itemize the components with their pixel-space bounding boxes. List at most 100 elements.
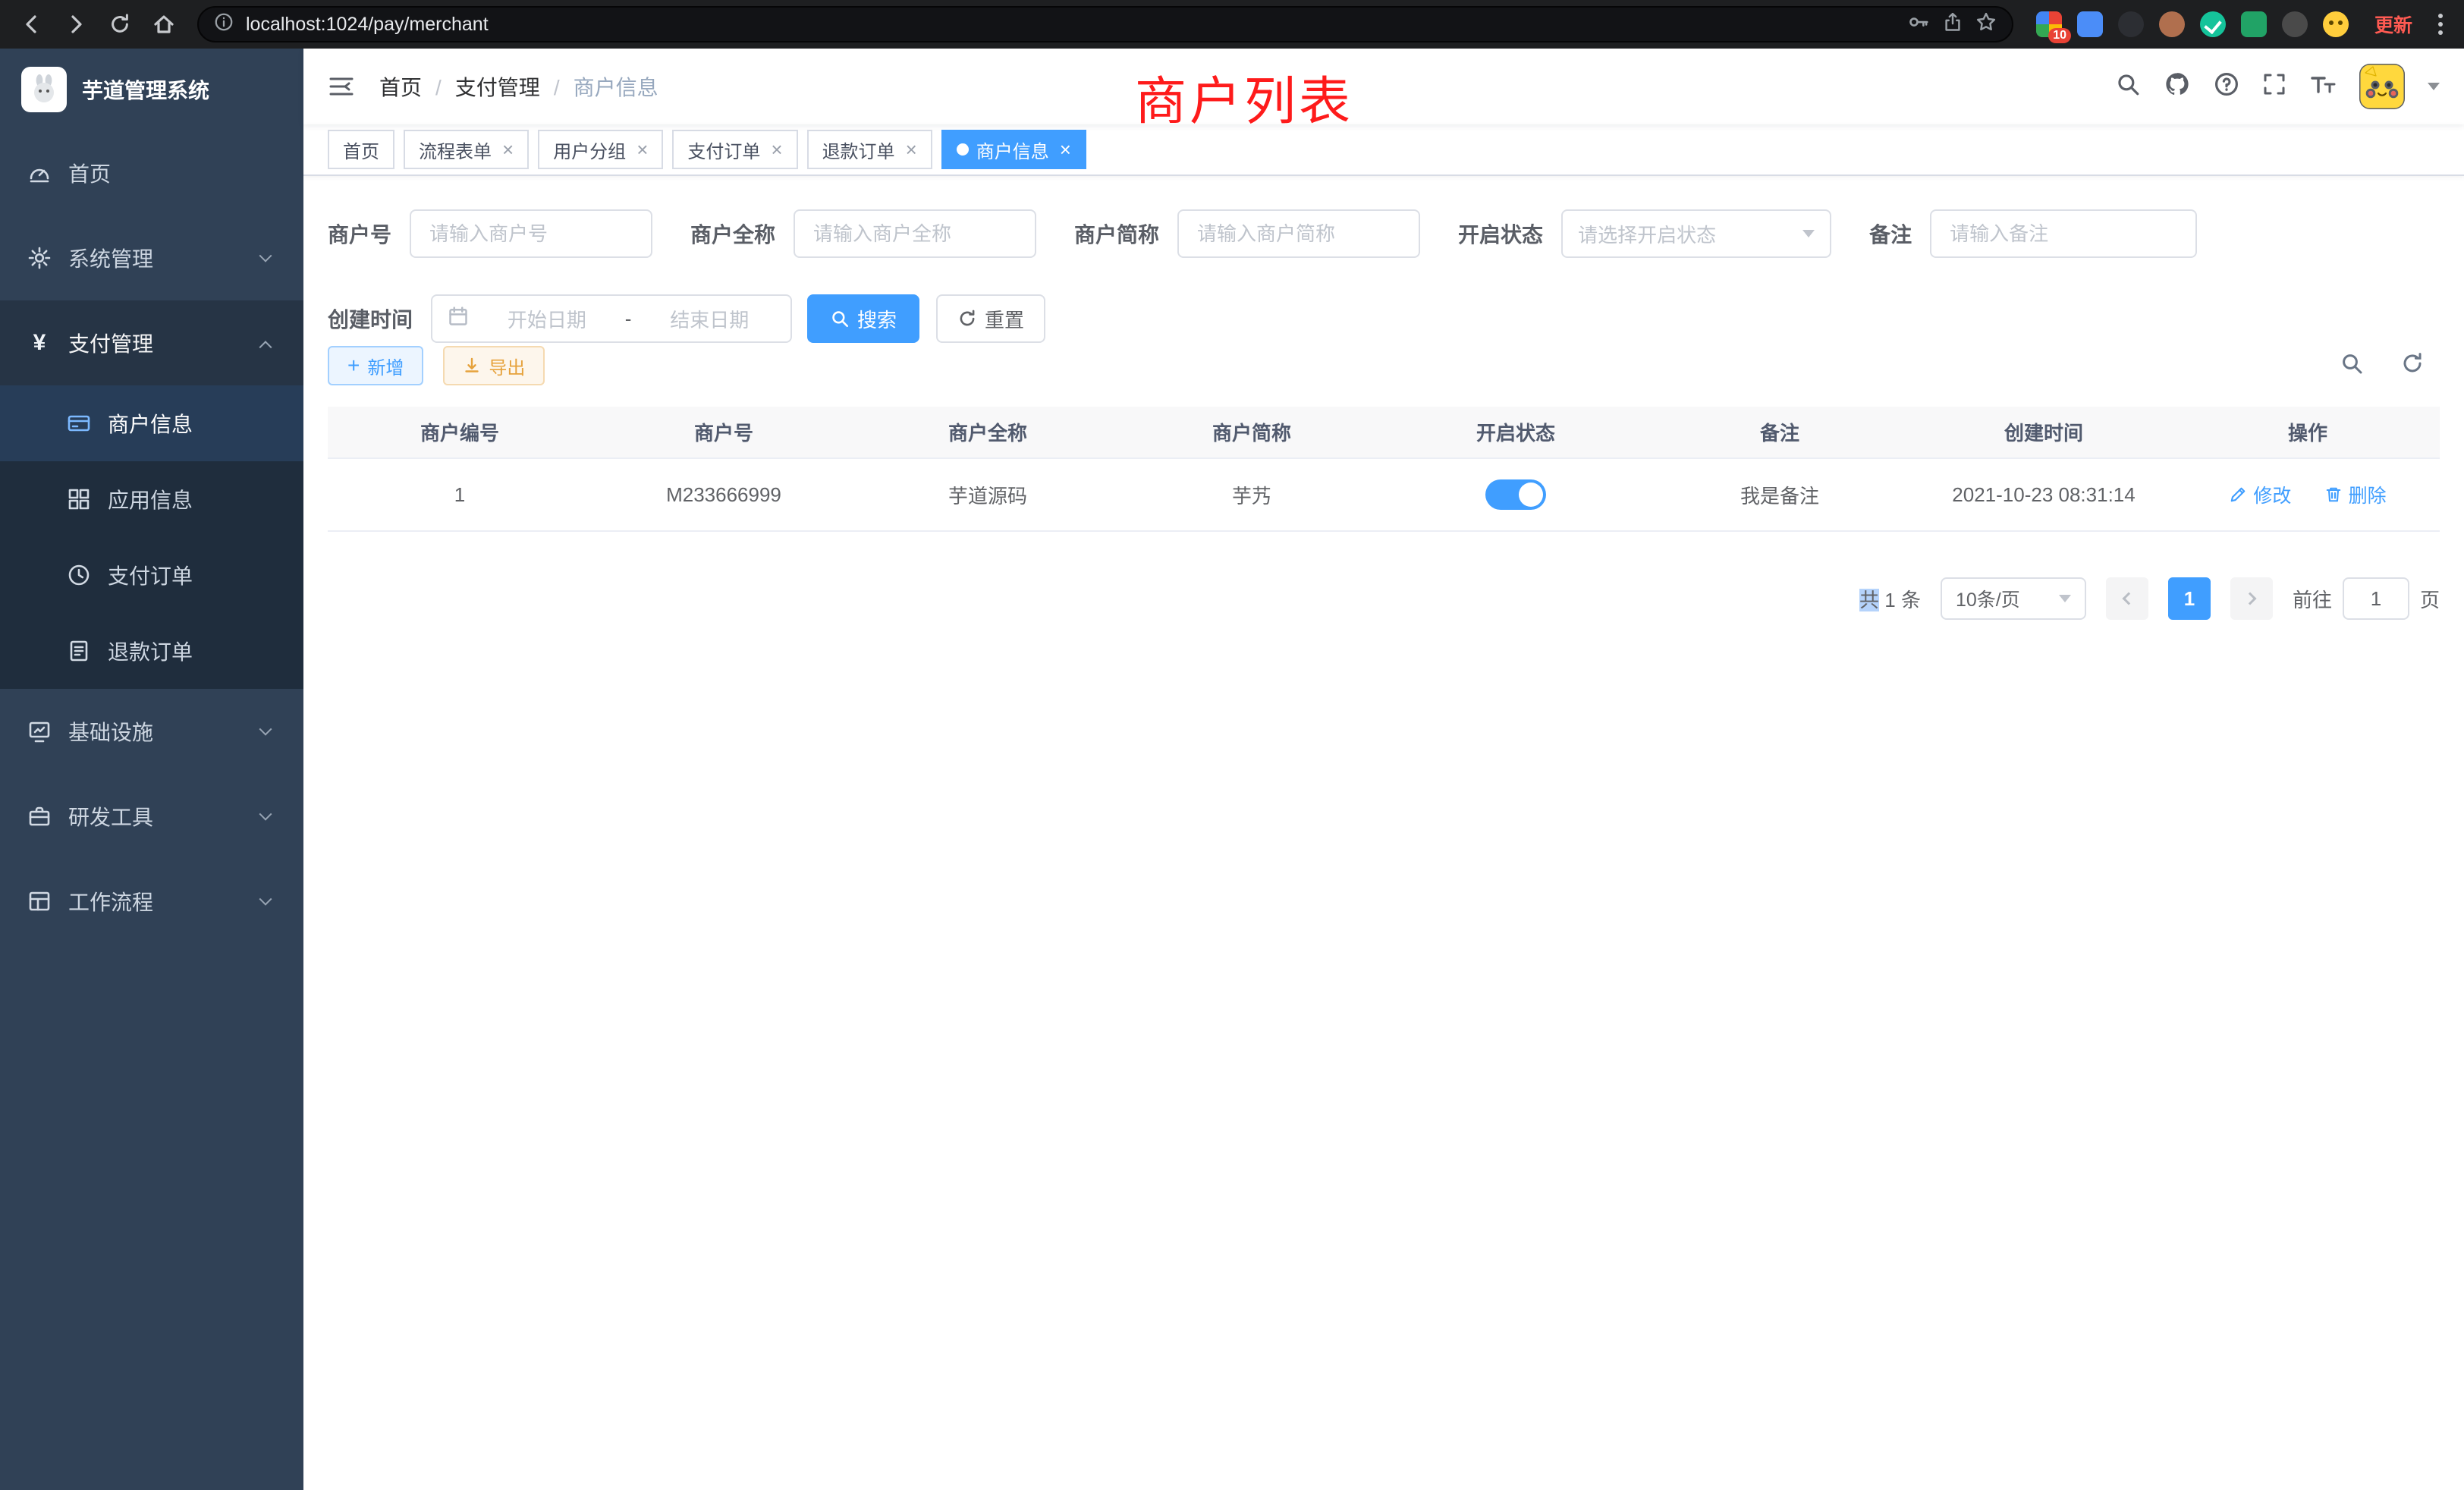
sidebar-item-merchant-info[interactable]: 商户信息 <box>0 385 303 461</box>
show-search-icon[interactable] <box>2340 351 2364 381</box>
extension-dark-icon[interactable] <box>2118 11 2144 37</box>
reset-button[interactable]: 重置 <box>936 294 1045 343</box>
page-1-button[interactable]: 1 <box>2168 577 2211 620</box>
back-icon[interactable] <box>15 8 49 41</box>
fullscreen-icon[interactable] <box>2262 72 2286 102</box>
hamburger-icon[interactable] <box>328 74 355 99</box>
add-button[interactable]: + 新增 <box>328 346 423 385</box>
search-button[interactable]: 搜索 <box>807 294 919 343</box>
sidebar-item-devtools[interactable]: 研发工具 <box>0 774 303 859</box>
cell-merchant-no: M233666999 <box>592 458 856 531</box>
browser-chrome: localhost:1024/pay/merchant 10 更新 <box>0 0 2464 49</box>
tab-home[interactable]: 首页 <box>328 130 394 169</box>
tab-user-group[interactable]: 用户分组× <box>538 130 663 169</box>
close-icon[interactable]: × <box>1060 140 1071 159</box>
date-range-picker[interactable]: 开始日期 - 结束日期 <box>431 294 792 343</box>
table-header-row: 商户编号 商户号 商户全称 商户简称 开启状态 备注 创建时间 操作 <box>328 407 2440 458</box>
dashboard-icon <box>27 161 52 185</box>
edit-link[interactable]: 修改 <box>2229 481 2291 508</box>
breadcrumb-home[interactable]: 首页 <box>379 71 442 102</box>
sidebar: 芋道管理系统 首页 系统管理 ¥ 支付管理 商户信息 <box>0 49 303 1490</box>
logo-row[interactable]: 芋道管理系统 <box>0 49 303 130</box>
cell-create-time: 2021-10-23 08:31:14 <box>1912 458 2176 531</box>
top-navbar: 首页 支付管理 商户信息 商户列表 <box>303 49 2464 124</box>
github-icon[interactable] <box>2164 71 2191 103</box>
prev-page-button[interactable] <box>2106 577 2148 620</box>
col-remark: 备注 <box>1648 407 1912 458</box>
sidebar-item-refund-order[interactable]: 退款订单 <box>0 613 303 689</box>
export-button[interactable]: 导出 <box>443 346 545 385</box>
status-label: 开启状态 <box>1458 218 1543 249</box>
col-merchant-no: 商户号 <box>592 407 856 458</box>
active-dot-icon <box>957 143 969 156</box>
sidebar-item-system[interactable]: 系统管理 <box>0 215 303 300</box>
goto-label: 前往 <box>2293 585 2332 613</box>
chevron-down-icon <box>1802 230 1815 237</box>
tab-process-form[interactable]: 流程表单× <box>404 130 529 169</box>
chrome-update-button[interactable]: 更新 <box>2374 11 2412 38</box>
page-size-select[interactable]: 10条/页 <box>1941 577 2086 620</box>
extension-puzzle-icon[interactable]: 10 <box>2036 11 2062 37</box>
close-icon[interactable]: × <box>502 140 514 159</box>
chevron-up-icon <box>259 341 272 354</box>
short-name-input[interactable] <box>1177 209 1420 258</box>
sidebar-item-infra[interactable]: 基础设施 <box>0 689 303 774</box>
help-icon[interactable] <box>2214 71 2239 102</box>
user-menu-caret-icon[interactable] <box>2428 83 2440 90</box>
bookmark-star-icon[interactable] <box>1975 11 1997 38</box>
url-bar[interactable]: localhost:1024/pay/merchant <box>197 6 2013 42</box>
workflow-icon <box>27 889 52 913</box>
merchant-no-input[interactable] <box>410 209 652 258</box>
remark-input[interactable] <box>1930 209 2197 258</box>
chevron-down-icon <box>259 723 272 736</box>
table-toolbar: + 新增 导出 <box>303 346 2464 385</box>
forward-icon[interactable] <box>59 8 93 41</box>
sidebar-group-payment: ¥ 支付管理 商户信息 应用信息 支付订单 <box>0 300 303 689</box>
plus-icon: + <box>347 355 360 376</box>
font-size-icon[interactable] <box>2309 72 2337 102</box>
reload-icon[interactable] <box>103 8 137 41</box>
chrome-menu-icon[interactable] <box>2432 14 2449 35</box>
sidebar-item-workflow[interactable]: 工作流程 <box>0 859 303 944</box>
document-icon <box>67 639 91 663</box>
breadcrumb-payment[interactable]: 支付管理 <box>455 71 560 102</box>
share-icon[interactable] <box>1942 11 1963 38</box>
short-name-label: 商户简称 <box>1074 218 1159 249</box>
sidebar-item-pay-order[interactable]: 支付订单 <box>0 537 303 613</box>
tab-refund-order[interactable]: 退款订单× <box>807 130 932 169</box>
tab-merchant-info[interactable]: 商户信息× <box>941 130 1086 169</box>
navbar-actions <box>2115 64 2440 109</box>
delete-link[interactable]: 删除 <box>2324 481 2387 508</box>
close-icon[interactable]: × <box>636 140 648 159</box>
chevron-down-icon <box>259 250 272 262</box>
extension-smiley-icon[interactable] <box>2323 11 2349 37</box>
tab-pay-order[interactable]: 支付订单× <box>672 130 797 169</box>
password-key-icon[interactable] <box>1907 11 1930 39</box>
full-name-input[interactable] <box>794 209 1036 258</box>
sidebar-item-home[interactable]: 首页 <box>0 130 303 215</box>
extension-avatar-icon[interactable] <box>2159 11 2185 37</box>
home-icon[interactable] <box>147 8 181 41</box>
sidebar-item-app-info[interactable]: 应用信息 <box>0 461 303 537</box>
status-select[interactable]: 请选择开启状态 <box>1561 209 1831 258</box>
date-separator: - <box>625 307 632 331</box>
status-toggle[interactable] <box>1485 479 1546 510</box>
site-info-icon[interactable] <box>214 12 234 37</box>
full-name-label: 商户全称 <box>690 218 775 249</box>
pagination: 共 1 条 10条/页 1 前往 页 <box>328 577 2440 620</box>
sidebar-item-payment[interactable]: ¥ 支付管理 <box>0 300 303 385</box>
refresh-icon[interactable] <box>2400 351 2425 381</box>
extension-notes-icon[interactable] <box>2241 11 2267 37</box>
close-icon[interactable]: × <box>906 140 917 159</box>
remark-label: 备注 <box>1869 218 1912 249</box>
total-count: 共 1 条 <box>1859 585 1921 613</box>
goto-page-input[interactable] <box>2343 577 2409 620</box>
extension-drop-icon[interactable] <box>2077 11 2103 37</box>
search-form: 商户号 商户全称 商户简称 开启状态 请选择开启状态 备注 <box>303 176 2464 343</box>
avatar[interactable] <box>2359 64 2405 109</box>
extension-monkey-icon[interactable] <box>2282 11 2308 37</box>
search-icon[interactable] <box>2115 71 2141 102</box>
close-icon[interactable]: × <box>771 140 782 159</box>
extension-check-icon[interactable] <box>2200 11 2226 37</box>
next-page-button[interactable] <box>2230 577 2273 620</box>
